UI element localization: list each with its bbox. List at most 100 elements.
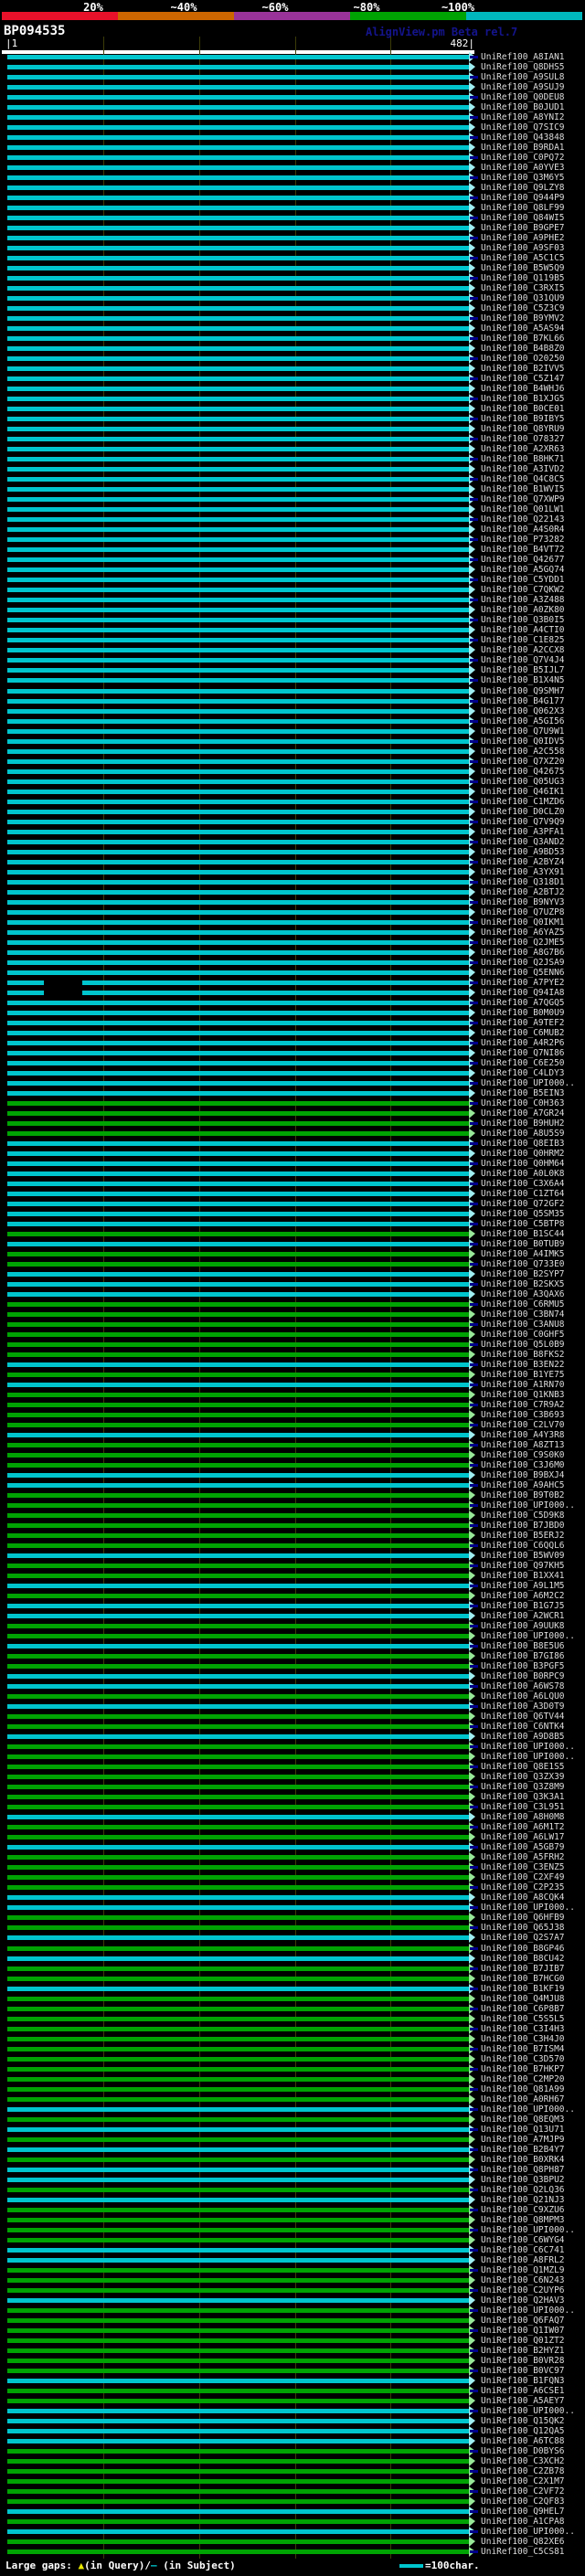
hit-bar[interactable] — [7, 1403, 469, 1408]
hit-bar[interactable] — [7, 1855, 469, 1860]
hit-label[interactable]: UniRef100_Q3M6Y5 — [481, 173, 565, 183]
hit-bar[interactable] — [7, 1130, 469, 1136]
hit-bar[interactable] — [7, 909, 469, 915]
hit-label[interactable]: UniRef100_Q4C8C5 — [481, 474, 565, 484]
hit-bar[interactable] — [7, 2307, 469, 2313]
alignment-row[interactable]: UniRef100_C5YDD1 — [0, 575, 585, 586]
alignment-row[interactable]: UniRef100_A9SF03 — [0, 243, 585, 254]
hit-bar[interactable] — [7, 1674, 469, 1680]
hit-label[interactable]: UniRef100_C9XZU6 — [481, 2205, 565, 2215]
hit-bar[interactable] — [7, 1885, 469, 1891]
hit-label[interactable]: UniRef100_UPI000.. — [481, 1752, 575, 1762]
hit-bar[interactable] — [7, 567, 469, 573]
hit-label[interactable]: UniRef100_Q8LF99 — [481, 203, 565, 213]
hit-label[interactable]: UniRef100_A8IAN1 — [481, 52, 565, 62]
alignment-row[interactable]: UniRef100_Q0HRM2 — [0, 1148, 585, 1159]
hit-label[interactable]: UniRef100_Q42675 — [481, 767, 565, 777]
alignment-row[interactable]: UniRef100_C3J6M0 — [0, 1460, 585, 1471]
hit-label[interactable]: UniRef100_A3IVD2 — [481, 464, 565, 474]
alignment-row[interactable]: UniRef100_A7PYE2 — [0, 977, 585, 988]
alignment-row[interactable]: UniRef100_A5GB79 — [0, 1842, 585, 1853]
alignment-row[interactable]: UniRef100_B2IVV5 — [0, 364, 585, 375]
hit-bar[interactable] — [7, 256, 469, 261]
hit-bar[interactable] — [7, 1070, 469, 1076]
hit-bar[interactable] — [7, 226, 469, 231]
hit-label[interactable]: UniRef100_B1WVI5 — [481, 484, 565, 494]
hit-label[interactable]: UniRef100_C6C741 — [481, 2245, 565, 2255]
hit-label[interactable]: UniRef100_B1G7J5 — [481, 1601, 565, 1611]
hit-label[interactable]: UniRef100_B2SKX5 — [481, 1279, 565, 1289]
alignment-row[interactable]: UniRef100_C5Z3C9 — [0, 303, 585, 314]
alignment-row[interactable]: UniRef100_A3Z488 — [0, 595, 585, 606]
hit-label[interactable]: UniRef100_B2B4Y7 — [481, 2145, 565, 2155]
hit-bar[interactable] — [7, 698, 469, 704]
hit-bar[interactable] — [7, 1865, 469, 1871]
hit-label[interactable]: UniRef100_Q82XE6 — [481, 2537, 565, 2547]
hit-label[interactable]: UniRef100_Q3BPU2 — [481, 2175, 565, 2185]
hit-label[interactable]: UniRef100_C1ZT64 — [481, 1189, 565, 1199]
hit-bar[interactable] — [7, 628, 469, 633]
hit-label[interactable]: UniRef100_B4WHJ6 — [481, 384, 565, 394]
hit-label[interactable]: UniRef100_A0L0K8 — [481, 1169, 565, 1179]
hit-label[interactable]: UniRef100_C2LV70 — [481, 1420, 565, 1430]
hit-label[interactable]: UniRef100_A3D0T9 — [481, 1701, 565, 1712]
hit-label[interactable]: UniRef100_A7GR24 — [481, 1108, 565, 1118]
alignment-row[interactable]: UniRef100_Q84WI5 — [0, 213, 585, 224]
alignment-row[interactable]: UniRef100_Q13U71 — [0, 2124, 585, 2135]
alignment-row[interactable]: UniRef100_A5AEY7 — [0, 2395, 585, 2406]
hit-bar[interactable] — [7, 2508, 469, 2514]
alignment-row[interactable]: UniRef100_B5WV09 — [0, 1551, 585, 1562]
alignment-row[interactable]: UniRef100_B5IJL7 — [0, 665, 585, 676]
hit-label[interactable]: UniRef100_B5EIN3 — [481, 1088, 565, 1098]
hit-bar[interactable] — [7, 336, 469, 342]
alignment-row[interactable]: UniRef100_C3ENZ5 — [0, 1862, 585, 1873]
hit-label[interactable]: UniRef100_Q0HM64 — [481, 1159, 565, 1169]
hit-bar[interactable] — [7, 477, 469, 482]
hit-label[interactable]: UniRef100_A2BTJ2 — [481, 887, 565, 897]
hit-bar[interactable] — [7, 1785, 469, 1790]
hit-label[interactable]: UniRef100_A9L1M5 — [481, 1581, 565, 1591]
hit-bar[interactable] — [7, 1815, 469, 1820]
hit-bar[interactable] — [7, 55, 469, 59]
hit-label[interactable]: UniRef100_A0YVE3 — [481, 163, 565, 173]
hit-bar[interactable] — [7, 1181, 469, 1186]
hit-bar[interactable] — [7, 2147, 469, 2152]
hit-label[interactable]: UniRef100_C5Z147 — [481, 374, 565, 384]
hit-label[interactable]: UniRef100_A5AS94 — [481, 323, 565, 334]
hit-label[interactable]: UniRef100_Q5L0B9 — [481, 1340, 565, 1350]
hit-bar[interactable] — [7, 1413, 469, 1418]
alignment-row[interactable]: UniRef100_B7HKP7 — [0, 2063, 585, 2074]
hit-bar[interactable] — [7, 1694, 469, 1700]
hit-bar[interactable] — [7, 1010, 469, 1015]
hit-label[interactable]: UniRef100_A8CQK4 — [481, 1892, 565, 1903]
hit-bar[interactable] — [7, 2348, 469, 2353]
hit-label[interactable]: UniRef100_B3EN22 — [481, 1360, 565, 1370]
hit-bar[interactable] — [7, 2539, 469, 2544]
hit-label[interactable]: UniRef100_A7QGQ5 — [481, 998, 565, 1008]
hit-label[interactable]: UniRef100_C3ANU8 — [481, 1320, 565, 1330]
hit-label[interactable]: UniRef100_B1XJG5 — [481, 394, 565, 404]
hit-bar[interactable] — [7, 1503, 469, 1509]
hit-bar[interactable] — [7, 1383, 469, 1388]
alignment-row[interactable]: UniRef100_A4R2P6 — [0, 1037, 585, 1048]
hit-label[interactable]: UniRef100_UPI000.. — [481, 1500, 575, 1511]
hit-bar[interactable] — [7, 929, 469, 935]
hit-bar[interactable] — [7, 839, 469, 844]
alignment-row[interactable]: UniRef100_B5ERJ2 — [0, 1531, 585, 1542]
hit-bar[interactable] — [7, 2267, 469, 2273]
hit-label[interactable]: UniRef100_UPI000.. — [481, 2225, 575, 2235]
alignment-row[interactable]: UniRef100_C1ZT64 — [0, 1188, 585, 1199]
hit-bar[interactable] — [7, 2066, 469, 2072]
alignment-row[interactable]: UniRef100_Q97KH5 — [0, 1561, 585, 1572]
hit-label[interactable]: UniRef100_B0VC97 — [481, 2366, 565, 2376]
hit-bar[interactable] — [7, 1100, 469, 1106]
alignment-row[interactable]: UniRef100_A8H0M8 — [0, 1812, 585, 1823]
alignment-row[interactable]: UniRef100_B1WVI5 — [0, 484, 585, 495]
alignment-row[interactable]: UniRef100_B8E5U6 — [0, 1641, 585, 1652]
hit-label[interactable]: UniRef100_B0JUD1 — [481, 102, 565, 112]
hit-bar[interactable] — [7, 316, 469, 322]
hit-label[interactable]: UniRef100_B7HKP7 — [481, 2064, 565, 2074]
hit-label[interactable]: UniRef100_A6LW17 — [481, 1832, 565, 1842]
hit-label[interactable]: UniRef100_A5FRH2 — [481, 1852, 565, 1862]
hit-label[interactable]: UniRef100_C6N243 — [481, 2275, 565, 2285]
